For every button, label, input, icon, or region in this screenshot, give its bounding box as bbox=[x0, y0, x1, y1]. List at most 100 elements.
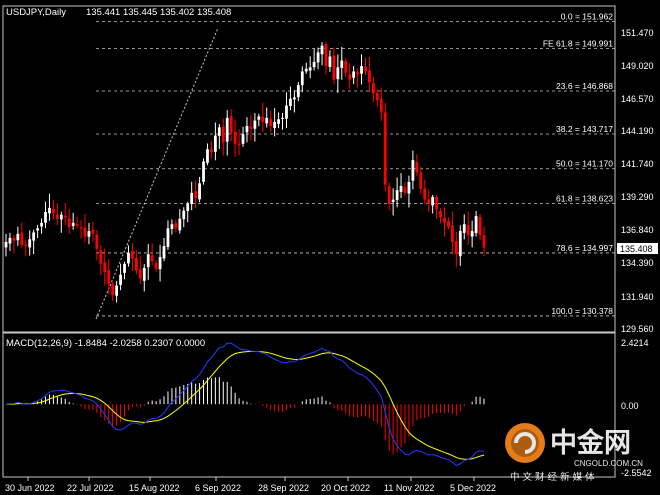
candle-bearish bbox=[332, 47, 336, 85]
candle-bullish bbox=[127, 245, 130, 267]
watermark-brand: 中金网 bbox=[550, 427, 631, 459]
candle-bearish bbox=[75, 216, 79, 229]
ohlc-readout: 135.441 135.445 135.402 135.408 bbox=[86, 7, 231, 18]
candle-bullish bbox=[44, 201, 47, 229]
candle-bearish bbox=[107, 259, 111, 295]
candle-bullish bbox=[16, 226, 20, 246]
candle-bearish bbox=[450, 211, 454, 255]
candle-bullish bbox=[202, 158, 205, 185]
candle-bearish bbox=[324, 41, 328, 75]
candle-bullish bbox=[206, 143, 209, 166]
candle-bearish bbox=[95, 229, 99, 260]
candle-bearish bbox=[55, 203, 59, 226]
candle-bullish bbox=[285, 92, 288, 129]
fibo-level-label: 0.0 = 151.962 bbox=[561, 12, 614, 22]
candle-bearish bbox=[63, 202, 67, 226]
candle-bullish bbox=[170, 219, 174, 235]
candle-bearish bbox=[134, 250, 138, 275]
candle-bullish bbox=[360, 54, 363, 85]
candle-bearish bbox=[221, 118, 225, 156]
time-tick: 6 Sep 2022 bbox=[195, 483, 241, 493]
candle-bearish bbox=[423, 179, 427, 205]
candle-bullish bbox=[245, 117, 249, 143]
candle-bullish bbox=[253, 113, 257, 142]
candle-bullish bbox=[474, 211, 478, 237]
candle-bullish bbox=[336, 54, 340, 93]
candle-bullish bbox=[40, 218, 43, 234]
candle-bullish bbox=[308, 56, 312, 79]
candle-bullish bbox=[340, 46, 344, 80]
candle-bearish bbox=[348, 63, 352, 89]
candle-bullish bbox=[300, 66, 304, 93]
fibonacci-levels[interactable]: 0.0 = 151.962 FE 61.8 = 149.991 23.6 = 146… bbox=[96, 12, 615, 317]
candle-bullish bbox=[182, 207, 186, 228]
candle-bullish bbox=[458, 225, 462, 266]
candle-bearish bbox=[99, 244, 103, 276]
candle-bullish bbox=[352, 66, 356, 85]
candle-bearish bbox=[269, 110, 273, 132]
candle-bearish bbox=[210, 141, 213, 159]
candle-bearish bbox=[478, 214, 482, 241]
candle-bearish bbox=[237, 129, 241, 155]
candle-bullish bbox=[296, 82, 300, 102]
candle-bearish bbox=[435, 195, 438, 219]
chart-canvas[interactable]: 0.0 = 151.962 FE 61.8 = 149.991 23.6 = 146… bbox=[0, 0, 660, 495]
candle-bullish bbox=[213, 122, 217, 161]
candle-bearish bbox=[419, 166, 423, 194]
candle-bullish bbox=[36, 224, 40, 239]
candle-bearish bbox=[154, 259, 158, 272]
candle-bullish bbox=[186, 201, 190, 223]
candle-bearish bbox=[379, 87, 383, 121]
symbol-label: USDJPY,Daily bbox=[6, 7, 66, 18]
candle-bullish bbox=[59, 211, 63, 233]
fibo-level-label: 61.8 = 138.623 bbox=[556, 193, 613, 203]
fibo-level-label: FE 61.8 = 149.991 bbox=[543, 38, 613, 48]
candle-bearish bbox=[194, 180, 198, 209]
candle-bullish bbox=[312, 48, 316, 71]
candle-bearish bbox=[403, 182, 407, 196]
macd-axis-max: 2.4214 bbox=[621, 338, 649, 348]
cngold-logo-icon bbox=[505, 423, 545, 463]
fibo-anchor-line[interactable] bbox=[95, 27, 219, 320]
candle-bearish bbox=[79, 220, 83, 239]
candle-bearish bbox=[83, 213, 87, 243]
candle-bullish bbox=[158, 244, 162, 282]
price-tick: 151.470 bbox=[621, 28, 654, 38]
price-tick: 136.840 bbox=[621, 225, 654, 235]
price-axis: 151.470 149.020 146.570 144.190 141.740 … bbox=[621, 28, 654, 334]
candle-bullish bbox=[391, 188, 395, 216]
candle-bullish bbox=[241, 126, 245, 147]
candle-bullish bbox=[316, 47, 320, 70]
candle-bearish bbox=[447, 217, 450, 230]
fibo-level-label: 78.6 = 134.997 bbox=[556, 243, 613, 253]
candle-bearish bbox=[344, 57, 348, 78]
candle-bullish bbox=[8, 232, 12, 252]
candle-bearish bbox=[103, 248, 107, 286]
macd-axis-min: -2.5542 bbox=[621, 468, 652, 478]
candle-bearish bbox=[443, 207, 446, 237]
time-tick: 20 Oct 2022 bbox=[321, 483, 370, 493]
price-tick: 146.570 bbox=[621, 94, 654, 104]
time-tick: 5 Dec 2022 bbox=[450, 483, 496, 493]
price-tick: 131.940 bbox=[621, 292, 654, 302]
macd-axis-zero: 0.00 bbox=[621, 401, 639, 411]
candle-bullish bbox=[32, 229, 36, 255]
candle-bullish bbox=[87, 222, 91, 245]
time-tick: 28 Sep 2022 bbox=[258, 483, 309, 493]
price-tick: 141.740 bbox=[621, 159, 654, 169]
candle-bearish bbox=[229, 109, 233, 142]
price-tick: 149.020 bbox=[621, 61, 654, 71]
fibo-level-label: 38.2 = 143.717 bbox=[556, 124, 613, 134]
candle-bearish bbox=[12, 234, 16, 254]
candle-bearish bbox=[150, 243, 154, 266]
candle-bullish bbox=[304, 62, 308, 74]
candle-bearish bbox=[383, 102, 387, 192]
candle-bullish bbox=[407, 175, 411, 208]
chart-window[interactable]: 0.0 = 151.962 FE 61.8 = 149.991 23.6 = 146… bbox=[0, 0, 660, 495]
candle-bearish bbox=[91, 222, 95, 242]
time-tick: 11 Nov 2022 bbox=[384, 483, 434, 493]
candle-bullish bbox=[217, 123, 221, 149]
candle-bearish bbox=[375, 89, 379, 107]
candle-bullish bbox=[395, 177, 399, 208]
candle-bullish bbox=[320, 41, 324, 66]
